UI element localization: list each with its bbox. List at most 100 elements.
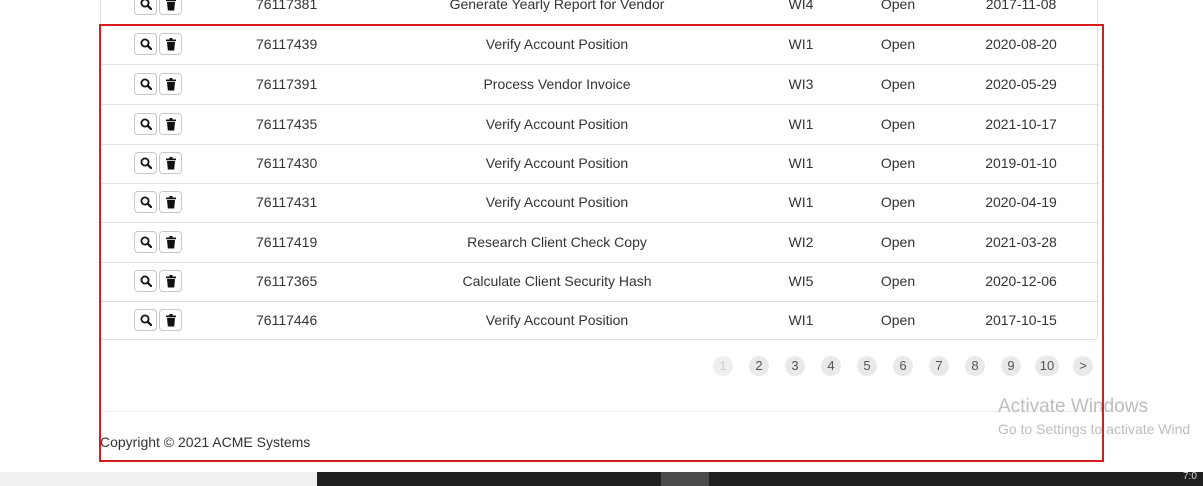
work-items-table: 76117381 Generate Yearly Report for Vendo…: [100, 0, 1099, 341]
page-1-button[interactable]: 1: [713, 356, 733, 376]
work-item-title: Verify Account Position: [485, 194, 629, 210]
page-8-button[interactable]: 8: [965, 356, 985, 376]
work-item-date: 2021-10-17: [985, 116, 1057, 132]
footer-divider: [100, 411, 1098, 412]
page-2-button[interactable]: 2: [749, 356, 769, 376]
activate-windows-subtitle: Go to Settings to activate Wind: [998, 421, 1191, 437]
table-row: 76117446 Verify Account Position WI1 Open 20…: [101, 301, 1099, 341]
work-item-title: Research Client Check Copy: [467, 234, 647, 250]
page-10-button[interactable]: 10: [1035, 356, 1059, 376]
work-item-date: 2020-05-29: [985, 76, 1057, 92]
activate-windows-title: Activate Windows: [998, 396, 1148, 417]
work-item-type: WI3: [788, 76, 814, 92]
page-7-button[interactable]: 7: [929, 356, 949, 376]
work-item-id: 76117391: [256, 76, 318, 92]
work-item-status: Open: [880, 194, 916, 210]
work-item-date: 2017-10-15: [985, 312, 1057, 328]
row-actions: [134, 105, 184, 144]
work-item-status: Open: [880, 36, 916, 52]
work-item-id: 76117446: [256, 312, 318, 328]
work-item-type: WI1: [788, 194, 814, 210]
work-item-date: 2017-11-08: [985, 0, 1057, 12]
copyright-text: Copyright © 2021 ACME Systems: [100, 434, 311, 450]
work-item-status: Open: [880, 76, 916, 92]
delete-button[interactable]: [159, 231, 182, 253]
delete-button[interactable]: [159, 270, 182, 292]
work-item-id: 76117430: [256, 155, 318, 171]
work-item-title: Verify Account Position: [485, 312, 629, 328]
page-9-button[interactable]: 9: [1001, 356, 1021, 376]
work-item-date: 2019-01-10: [985, 155, 1057, 171]
view-button[interactable]: [134, 73, 157, 95]
work-item-type: WI1: [788, 155, 814, 171]
work-item-status: Open: [880, 155, 916, 171]
work-item-id: 76117419: [256, 234, 318, 250]
work-item-title: Calculate Client Security Hash: [462, 273, 652, 289]
work-item-id: 76117439: [256, 36, 318, 52]
work-item-type: WI1: [788, 116, 814, 132]
work-item-title: Process Vendor Invoice: [483, 76, 631, 92]
work-item-status: Open: [880, 312, 916, 328]
table-row: 76117431 Verify Account Position WI1 Open 20…: [101, 183, 1099, 223]
page-3-button[interactable]: 3: [785, 356, 805, 376]
work-item-id: 76117431: [256, 194, 318, 210]
work-item-title: Generate Yearly Report for Vendor: [449, 0, 665, 12]
row-actions: [134, 183, 184, 222]
taskbar-app-button[interactable]: [661, 472, 709, 486]
row-actions: [134, 0, 184, 24]
work-item-id: 76117381: [256, 0, 318, 12]
delete-button[interactable]: [159, 73, 182, 95]
view-button[interactable]: [134, 231, 157, 253]
page-4-button[interactable]: 4: [821, 356, 841, 376]
row-actions: [134, 25, 184, 64]
table-row: 76117435 Verify Account Position WI1 Open 20…: [101, 105, 1099, 145]
work-item-id: 76117435: [256, 116, 318, 132]
work-item-date: 2020-12-06: [985, 273, 1057, 289]
work-item-status: Open: [880, 0, 916, 12]
work-item-type: WI2: [788, 234, 814, 250]
table-row: 76117430 Verify Account Position WI1 Open 20…: [101, 144, 1099, 184]
table-row: 76117439 Verify Account Position WI1 Open 20…: [101, 25, 1099, 65]
work-item-status: Open: [880, 116, 916, 132]
work-item-date: 2020-04-19: [985, 194, 1057, 210]
row-actions: [134, 223, 184, 262]
page-5-button[interactable]: 5: [857, 356, 877, 376]
delete-button[interactable]: [159, 191, 182, 213]
taskbar-clock: 7:0: [1183, 471, 1197, 482]
table-row: 76117381 Generate Yearly Report for Vendo…: [101, 0, 1099, 25]
row-actions: [134, 301, 184, 340]
work-item-date: 2021-03-28: [985, 234, 1057, 250]
view-button[interactable]: [134, 152, 157, 174]
next-page-button[interactable]: >: [1073, 356, 1093, 376]
delete-button[interactable]: [159, 152, 182, 174]
delete-button[interactable]: [159, 309, 182, 331]
work-item-status: Open: [880, 234, 916, 250]
work-item-type: WI4: [788, 0, 814, 12]
table-row: 76117365 Calculate Client Security Hash WI…: [101, 262, 1099, 302]
view-button[interactable]: [134, 113, 157, 135]
view-button[interactable]: [134, 33, 157, 55]
view-button[interactable]: [134, 270, 157, 292]
work-item-type: WI1: [788, 36, 814, 52]
work-item-type: WI5: [788, 273, 814, 289]
work-item-title: Verify Account Position: [485, 36, 629, 52]
view-button[interactable]: [134, 0, 157, 15]
taskbar-dark-region: [317, 472, 1203, 486]
table-row: 76117391 Process Vendor Invoice WI3 Open 202…: [101, 65, 1099, 105]
view-button[interactable]: [134, 191, 157, 213]
delete-button[interactable]: [159, 33, 182, 55]
row-actions: [134, 262, 184, 301]
view-button[interactable]: [134, 309, 157, 331]
work-item-title: Verify Account Position: [485, 116, 629, 132]
work-item-type: WI1: [788, 312, 814, 328]
work-item-title: Verify Account Position: [485, 155, 629, 171]
row-actions: [134, 144, 184, 183]
table-row: 76117419 Research Client Check Copy WI2 Ope…: [101, 223, 1099, 263]
row-actions: [134, 65, 184, 104]
work-item-status: Open: [880, 273, 916, 289]
page-6-button[interactable]: 6: [893, 356, 913, 376]
work-item-id: 76117365: [256, 273, 318, 289]
work-item-date: 2020-08-20: [985, 36, 1057, 52]
delete-button[interactable]: [159, 0, 182, 15]
delete-button[interactable]: [159, 113, 182, 135]
